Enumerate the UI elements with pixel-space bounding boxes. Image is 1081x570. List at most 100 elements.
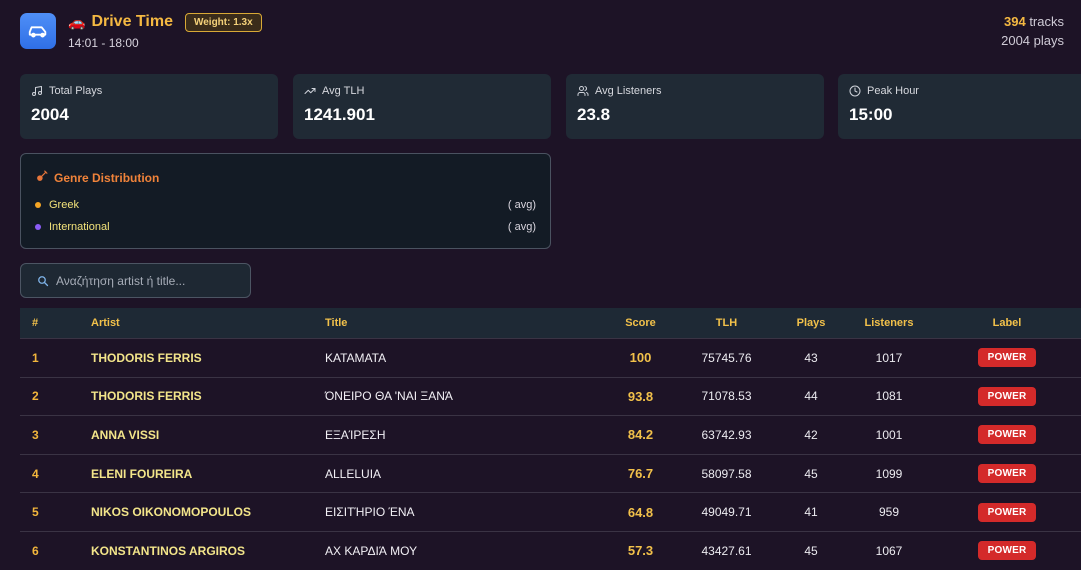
power-badge: POWER [977, 348, 1037, 368]
row-score: 76.7 [627, 466, 654, 482]
table-row[interactable]: 4 ELENI FOUREIRA ALLELUIA 76.7 58097.58 … [20, 453, 1081, 493]
stat-card-total-plays: Total Plays 2004 [20, 74, 278, 139]
row-title: ΚΑΤΑΜΑΤΑ [325, 350, 387, 365]
tracks-suffix: tracks [1025, 14, 1064, 29]
genre-dot [35, 224, 41, 230]
col-tlh[interactable]: TLH [676, 317, 777, 329]
stat-card-avg-listeners: Avg Listeners 23.8 [566, 74, 824, 139]
row-listeners: 1001 [875, 427, 903, 442]
time-range: 14:01 - 18:00 [68, 36, 139, 50]
genre-row-greek: Greek ( avg) [35, 198, 536, 212]
row-rank: 3 [32, 427, 39, 442]
col-score[interactable]: Score [605, 317, 676, 329]
row-listeners: 1017 [875, 350, 903, 365]
row-plays: 41 [804, 505, 818, 520]
clock-icon [849, 85, 861, 97]
tracks-count: 394 tracks [1001, 14, 1064, 29]
row-artist: THODORIS FERRIS [91, 389, 202, 404]
power-badge: POWER [977, 386, 1037, 406]
row-score: 64.8 [627, 504, 654, 520]
car-emoji-icon: 🚗 [68, 13, 86, 30]
row-tlh: 75745.76 [701, 350, 752, 365]
stat-label: Avg TLH [322, 85, 365, 97]
row-rank: 6 [32, 543, 39, 558]
genre-name: International [49, 221, 110, 233]
header: 🚗 Drive Time Weight: 1.3x 14:01 - 18:00 … [20, 12, 1064, 52]
row-score: 57.3 [627, 543, 654, 559]
col-plays[interactable]: Plays [777, 317, 845, 329]
weight-badge: Weight: 1.3x [184, 12, 262, 32]
plays-count: 2004 plays [1001, 33, 1064, 48]
row-title: ΑΧ ΚΑΡΔΙΆ ΜΟΥ [325, 543, 418, 558]
title-row: 🚗 Drive Time Weight: 1.3x [68, 12, 262, 32]
table-row[interactable]: 2 THODORIS FERRIS ΌΝΕΙΡΟ ΘΑ 'ΝΑΙ ΞΑΝΆ 93… [20, 376, 1081, 416]
table-row[interactable]: 1 THODORIS FERRIS ΚΑΤΑΜΑΤΑ 100 75745.76 … [20, 338, 1081, 377]
row-artist: ANNA VISSI [91, 427, 160, 442]
search-box[interactable] [20, 263, 251, 298]
genre-title: Genre Distribution [54, 171, 160, 185]
row-listeners: 1081 [875, 389, 903, 404]
stat-card-avg-tlh: Avg TLH 1241.901 [293, 74, 551, 139]
genre-avg: ( avg) [507, 199, 536, 211]
row-tlh: 63742.93 [701, 427, 752, 442]
col-listeners[interactable]: Listeners [845, 317, 933, 329]
row-score: 93.8 [627, 388, 654, 404]
trending-up-icon [304, 88, 316, 94]
stat-label: Peak Hour [867, 85, 919, 97]
stat-label: Avg Listeners [595, 85, 662, 97]
tracks-table: # Artist Title Score TLH Plays Listeners… [20, 308, 1081, 570]
stat-value: 23.8 [577, 105, 611, 124]
col-rank[interactable]: # [20, 317, 91, 329]
power-badge: POWER [977, 464, 1037, 484]
row-rank: 5 [32, 505, 39, 520]
stat-value: 1241.901 [304, 105, 375, 124]
row-title: ΌΝΕΙΡΟ ΘΑ 'ΝΑΙ ΞΑΝΆ [325, 389, 453, 404]
table-header: # Artist Title Score TLH Plays Listeners… [20, 308, 1081, 338]
genre-name: Greek [49, 199, 79, 211]
page: 🚗 Drive Time Weight: 1.3x 14:01 - 18:00 … [0, 0, 1081, 570]
row-plays: 45 [804, 466, 818, 481]
row-plays: 43 [804, 350, 818, 365]
row-artist: THODORIS FERRIS [91, 350, 202, 365]
users-icon [577, 86, 589, 96]
tracks-number: 394 [1004, 14, 1026, 29]
row-tlh: 49049.71 [701, 505, 752, 520]
row-listeners: 959 [878, 505, 900, 520]
genre-dot [35, 202, 41, 208]
table-row[interactable]: 5 NIKOS OIKONOMOPOULOS ΕΙΣΙΤΉΡΙΟ ΈΝΑ 64.… [20, 492, 1081, 531]
row-tlh: 43427.61 [701, 543, 752, 558]
row-score: 84.2 [627, 427, 654, 443]
col-title[interactable]: Title [325, 317, 605, 329]
row-listeners: 1067 [875, 543, 903, 558]
col-label[interactable]: Label [933, 317, 1081, 329]
row-plays: 44 [804, 389, 818, 404]
genre-avg: ( avg) [507, 221, 536, 233]
stat-label: Total Plays [49, 85, 103, 97]
row-plays: 42 [804, 427, 818, 442]
power-badge: POWER [977, 502, 1037, 522]
search-icon [38, 275, 49, 286]
table-row[interactable]: 6 KONSTANTINOS ARGIROS ΑΧ ΚΑΡΔΙΆ ΜΟΥ 57.… [20, 530, 1081, 570]
stat-value: 2004 [31, 105, 69, 124]
guitar-icon [35, 170, 48, 186]
row-artist: ELENI FOUREIRA [91, 466, 193, 481]
row-title: ALLELUIA [325, 466, 382, 481]
row-artist: NIKOS OIKONOMOPOULOS [91, 505, 252, 520]
power-badge: POWER [977, 541, 1037, 561]
search-input[interactable] [56, 273, 236, 288]
genre-distribution-panel: Genre Distribution Greek ( avg) Internat… [20, 153, 551, 249]
row-listeners: 1099 [875, 466, 903, 481]
music-note-icon [32, 86, 42, 96]
row-rank: 2 [32, 389, 39, 404]
row-artist: KONSTANTINOS ARGIROS [91, 543, 246, 558]
stat-value: 15:00 [849, 105, 893, 124]
col-artist[interactable]: Artist [91, 317, 325, 329]
row-rank: 4 [32, 466, 39, 481]
stat-card-peak-hour: Peak Hour 15:00 [838, 74, 1081, 139]
row-title: ΕΙΣΙΤΉΡΙΟ ΈΝΑ [325, 505, 415, 520]
row-tlh: 71078.53 [701, 389, 752, 404]
power-badge: POWER [977, 425, 1037, 445]
row-title: ΕΞΑΊΡΕΣΗ [325, 427, 386, 442]
table-row[interactable]: 3 ANNA VISSI ΕΞΑΊΡΕΣΗ 84.2 63742.93 42 1… [20, 415, 1081, 454]
car-icon [20, 13, 56, 49]
